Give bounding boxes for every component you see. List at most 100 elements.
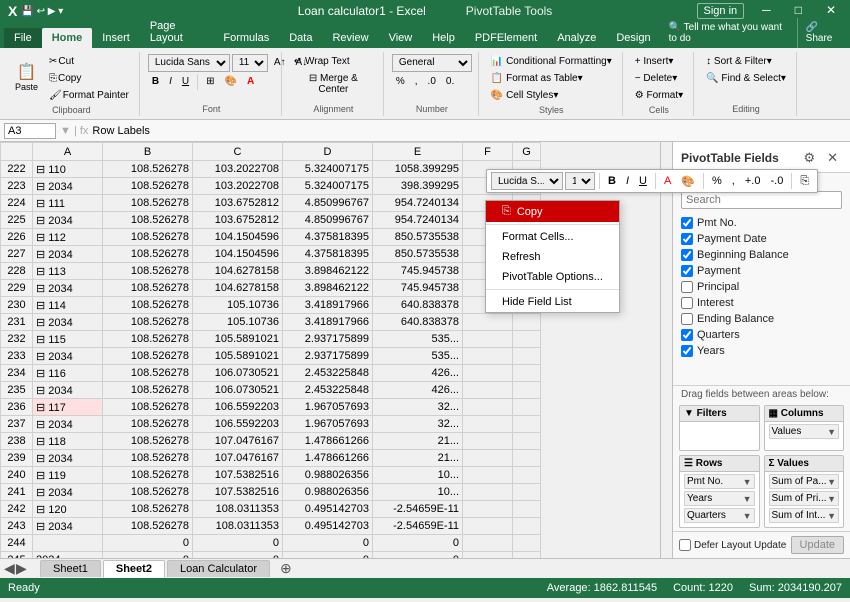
cell-d[interactable]: 0 [283, 552, 373, 559]
cell-a[interactable]: ⊟ 118 [33, 433, 103, 450]
cell-g[interactable] [513, 450, 541, 467]
cell-d[interactable]: 5.324007175 [283, 178, 373, 195]
cell-g[interactable] [513, 535, 541, 552]
row-years-item[interactable]: Years ▼ [684, 491, 755, 506]
cell-a[interactable]: ⊟ 119 [33, 467, 103, 484]
tab-file[interactable]: File [4, 28, 42, 48]
cell-b[interactable]: 108.526278 [103, 416, 193, 433]
val-pri-arrow[interactable]: ▼ [827, 494, 836, 504]
cell-a[interactable]: ⊟ 2034 [33, 348, 103, 365]
row-number[interactable]: 238 [1, 433, 33, 450]
cell-g[interactable] [513, 331, 541, 348]
cell-b[interactable]: 108.526278 [103, 518, 193, 535]
val-int-arrow[interactable]: ▼ [827, 511, 836, 521]
ctx-format-cells[interactable]: Format Cells... [486, 227, 619, 247]
ctx-copy[interactable]: ⎘ Copy [486, 201, 619, 222]
row-number[interactable]: 235 [1, 382, 33, 399]
cell-a[interactable]: ⊟ 2034 [33, 450, 103, 467]
row-years-arrow[interactable]: ▼ [743, 494, 752, 504]
cell-d[interactable]: 0 [283, 535, 373, 552]
float-fill-button[interactable]: 🎨 [677, 173, 699, 190]
cell-d[interactable]: 4.850996767 [283, 195, 373, 212]
tell-me[interactable]: 🔍 Tell me what you want to do [661, 18, 797, 48]
font-color-button[interactable]: A [243, 74, 258, 90]
rows-zone-body[interactable]: Pmt No. ▼ Years ▼ Quarters ▼ [680, 472, 759, 527]
italic-button[interactable]: I [165, 74, 176, 90]
copy-button[interactable]: ⎘ Copy [45, 71, 133, 86]
row-quarters-arrow[interactable]: ▼ [743, 511, 752, 521]
cell-a[interactable]: ⊟ 116 [33, 365, 103, 382]
cell-e[interactable]: 21... [373, 433, 463, 450]
cell-d[interactable]: 1.478661266 [283, 433, 373, 450]
row-number[interactable]: 234 [1, 365, 33, 382]
share-btn[interactable]: 🔗 Share [797, 18, 850, 48]
defer-layout-checkbox[interactable] [679, 539, 691, 551]
cell-a[interactable] [33, 535, 103, 552]
row-number[interactable]: 245 [1, 552, 33, 559]
cell-e[interactable]: 954.7240134 [373, 195, 463, 212]
insert-button[interactable]: + Insert▾ [631, 54, 687, 69]
float-dec-increase-button[interactable]: +.0 [741, 173, 765, 189]
cell-c[interactable]: 107.0476167 [193, 450, 283, 467]
cell-e[interactable]: 850.5735538 [373, 229, 463, 246]
cell-e[interactable]: 954.7240134 [373, 212, 463, 229]
cell-e[interactable]: 1058.399295 [373, 161, 463, 178]
float-italic-button[interactable]: I [622, 173, 633, 189]
column-values-arrow[interactable]: ▼ [827, 427, 836, 437]
cell-e[interactable]: 32... [373, 399, 463, 416]
cell-d[interactable]: 3.898462122 [283, 280, 373, 297]
find-select-button[interactable]: 🔍 Find & Select▾ [702, 71, 790, 86]
cell-d[interactable]: 5.324007175 [283, 161, 373, 178]
col-header-f[interactable]: F [463, 143, 513, 161]
maximize-btn[interactable]: □ [789, 3, 808, 19]
cell-e[interactable]: 426... [373, 382, 463, 399]
cell-a[interactable]: ⊟ 115 [33, 331, 103, 348]
sort-filter-button[interactable]: ↕ Sort & Filter▾ [702, 54, 790, 69]
cell-c[interactable]: 103.6752812 [193, 195, 283, 212]
float-size-select[interactable]: 11 [565, 172, 595, 190]
row-quarters-item[interactable]: Quarters ▼ [684, 508, 755, 523]
field-checkbox[interactable] [681, 281, 693, 293]
increase-decimal-button[interactable]: .0 [424, 74, 440, 89]
row-number[interactable]: 228 [1, 263, 33, 280]
cell-d[interactable]: 2.937175899 [283, 348, 373, 365]
quick-access[interactable]: 💾 ↩ ▶ ▾ [21, 6, 63, 17]
row-number[interactable]: 229 [1, 280, 33, 297]
cell-b[interactable]: 108.526278 [103, 484, 193, 501]
cell-e[interactable]: 745.945738 [373, 263, 463, 280]
cell-d[interactable]: 0.988026356 [283, 467, 373, 484]
cell-c[interactable]: 107.5382516 [193, 484, 283, 501]
field-checkbox[interactable] [681, 345, 693, 357]
format-painter-button[interactable]: 🖌 Format Painter [45, 88, 133, 103]
cell-e[interactable]: 535... [373, 348, 463, 365]
float-percent-button[interactable]: % [708, 173, 726, 189]
row-number[interactable]: 226 [1, 229, 33, 246]
row-number[interactable]: 225 [1, 212, 33, 229]
cell-g[interactable] [513, 518, 541, 535]
cell-e[interactable]: 21... [373, 450, 463, 467]
paste-button[interactable]: 📋 Paste [10, 62, 43, 95]
row-number[interactable]: 241 [1, 484, 33, 501]
cell-f[interactable] [463, 552, 513, 559]
col-header-d[interactable]: D [283, 143, 373, 161]
tab-scroll-right[interactable]: ▶ [16, 560, 27, 577]
cell-b[interactable]: 108.526278 [103, 467, 193, 484]
cell-b[interactable]: 108.526278 [103, 365, 193, 382]
merge-center-button[interactable]: ⊟ Merge & Center [290, 71, 377, 97]
row-number[interactable]: 240 [1, 467, 33, 484]
cell-b[interactable]: 108.526278 [103, 161, 193, 178]
cell-c[interactable]: 106.0730521 [193, 382, 283, 399]
cell-e[interactable]: 398.399295 [373, 178, 463, 195]
col-header-g[interactable]: G [513, 143, 541, 161]
name-box[interactable] [4, 123, 56, 139]
tab-data[interactable]: Data [279, 28, 322, 48]
cell-d[interactable]: 3.418917966 [283, 314, 373, 331]
cell-c[interactable]: 104.1504596 [193, 229, 283, 246]
field-checkbox[interactable] [681, 313, 693, 325]
vertical-scrollbar[interactable] [660, 142, 672, 558]
row-number[interactable]: 233 [1, 348, 33, 365]
cell-d[interactable]: 0.988026356 [283, 484, 373, 501]
cell-a[interactable]: ⊟ 120 [33, 501, 103, 518]
row-number[interactable]: 232 [1, 331, 33, 348]
cell-d[interactable]: 3.418917966 [283, 297, 373, 314]
